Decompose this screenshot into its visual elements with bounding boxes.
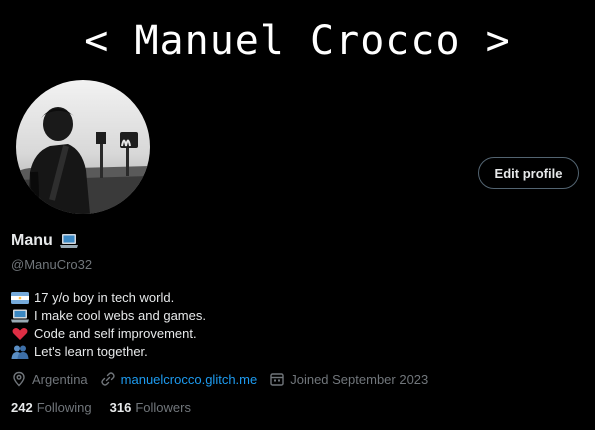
heart-icon [11, 327, 29, 341]
location-text: Argentina [32, 371, 88, 387]
laptop-icon [59, 233, 79, 249]
argentina-flag-icon [11, 291, 29, 305]
laptop-icon [11, 309, 29, 323]
location: Argentina [11, 371, 88, 387]
website-link[interactable]: manuelcrocco.glitch.me [121, 372, 258, 387]
website[interactable]: manuelcrocco.glitch.me [100, 371, 258, 387]
follow-stats: 242 Following 316 Followers [11, 400, 209, 415]
display-name-row: Manu [11, 232, 79, 250]
banner-title: < Manuel Crocco > [84, 18, 511, 64]
bio-text: I make cool webs and games. [34, 308, 206, 323]
following-link[interactable]: 242 Following [11, 400, 92, 415]
bio-line: I make cool webs and games. [11, 307, 206, 325]
bio-line: 17 y/o boy in tech world. [11, 289, 206, 307]
followers-count: 316 [109, 400, 132, 415]
display-name: Manu [11, 232, 53, 249]
followers-label: Followers [135, 400, 191, 415]
bio-text: 17 y/o boy in tech world. [34, 290, 175, 305]
bio-text: Let's learn together. [34, 344, 148, 359]
bio-line: Code and self improvement. [11, 325, 206, 343]
calendar-icon [270, 373, 284, 386]
bio-line: Let's learn together. [11, 343, 206, 361]
user-handle: @ManuCro32 [11, 257, 93, 272]
edit-profile-button[interactable]: Edit profile [478, 157, 579, 189]
join-date: Joined September 2023 [269, 371, 428, 387]
link-icon [100, 372, 115, 386]
bio-text: Code and self improvement. [34, 326, 197, 341]
bio: 17 y/o boy in tech world. I make cool we… [11, 289, 206, 361]
profile-meta: Argentina manuelcrocco.glitch.me Joined … [11, 371, 440, 387]
people-hugging-icon [11, 345, 29, 359]
avatar[interactable] [12, 76, 154, 218]
followers-link[interactable]: 316 Followers [110, 400, 191, 415]
following-count: 242 [11, 400, 33, 415]
following-label: Following [36, 400, 92, 415]
avatar-photo [16, 80, 150, 214]
location-pin-icon [13, 371, 25, 387]
join-date-text: Joined September 2023 [290, 371, 429, 387]
